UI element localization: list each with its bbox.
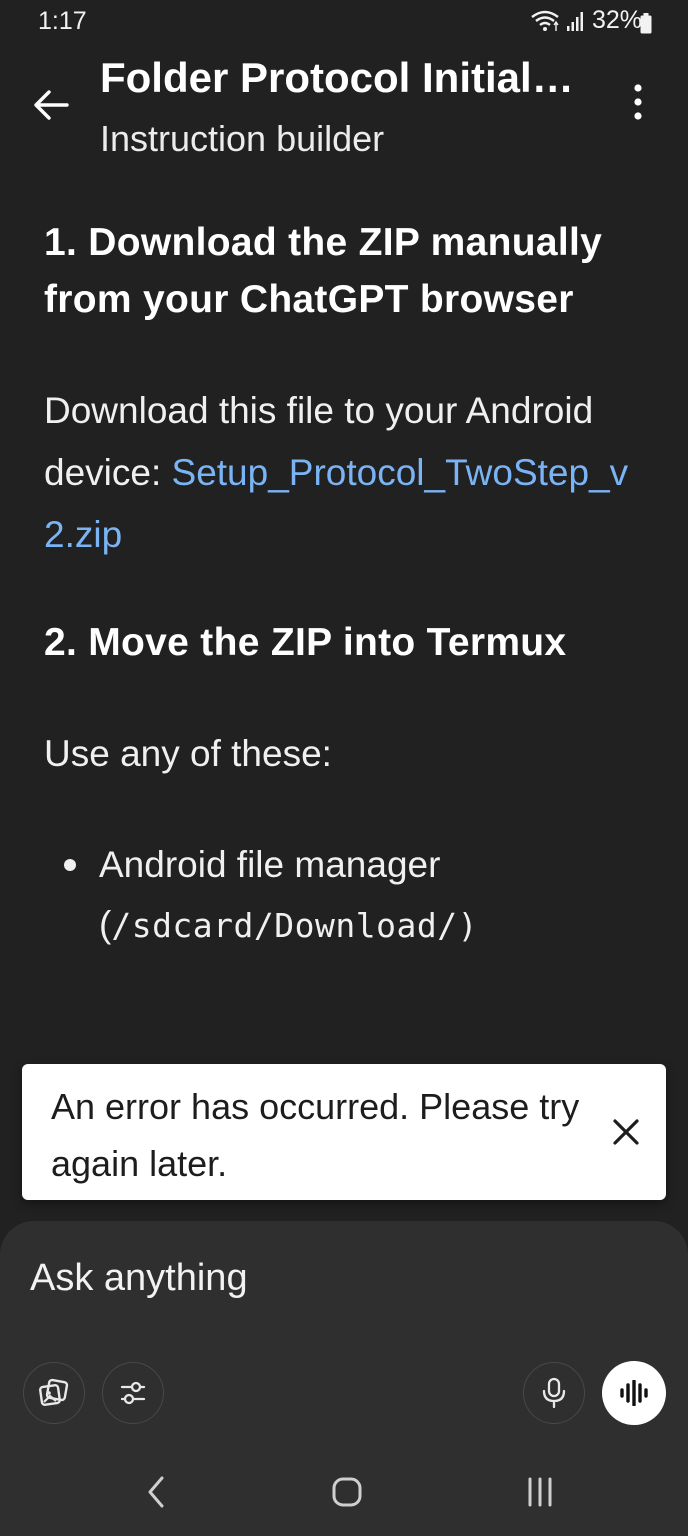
close-icon — [613, 1119, 639, 1145]
voice-mode-button[interactable] — [602, 1361, 666, 1425]
toast-close-button[interactable] — [604, 1110, 648, 1154]
more-vertical-icon — [634, 84, 642, 120]
more-options-button[interactable] — [618, 80, 658, 124]
arrow-left-icon — [34, 90, 69, 120]
step1-heading: 1. Download the ZIP manually from your C… — [44, 221, 603, 321]
error-toast: An error has occurred. Please try again … — [22, 1064, 666, 1200]
list-item-close: ) — [457, 906, 478, 945]
battery-percentage: 32% — [591, 6, 642, 34]
list-item-path: /sdcard/Download/ — [111, 906, 458, 945]
conversation-subtitle: Instruction builder — [100, 118, 385, 159]
bullet-dot — [64, 859, 76, 871]
back-button[interactable] — [26, 80, 76, 130]
status-time: 1:17 — [38, 7, 87, 35]
microphone-icon — [542, 1377, 566, 1409]
system-nav-bar — [0, 1440, 688, 1536]
signal-icon — [566, 11, 583, 31]
status-icons: 32% — [530, 6, 642, 35]
home-icon — [332, 1477, 362, 1507]
back-chevron-icon — [148, 1476, 164, 1508]
battery-icon — [640, 13, 652, 34]
message-input[interactable]: Ask anything — [30, 1257, 248, 1300]
nav-back-button[interactable] — [126, 1462, 186, 1522]
nav-home-button[interactable] — [317, 1462, 377, 1522]
step1-text: Download this file to your Android devic… — [44, 380, 644, 566]
recents-icon — [528, 1477, 552, 1507]
step2-text: Use any of these: — [44, 733, 332, 774]
voice-mode-icon — [620, 1380, 648, 1406]
status-bar: 1:17 32% — [0, 0, 688, 46]
attach-image-icon — [39, 1378, 69, 1406]
conversation-title: Folder Protocol Initial… — [100, 54, 574, 101]
wifi-icon — [531, 10, 559, 31]
error-message: An error has occurred. Please try again … — [51, 1086, 580, 1184]
tools-button[interactable] — [102, 1362, 164, 1424]
attach-image-button[interactable] — [23, 1362, 85, 1424]
step2-heading: 2. Move the ZIP into Termux — [44, 621, 567, 664]
tools-sliders-icon — [120, 1381, 146, 1405]
microphone-button[interactable] — [523, 1362, 585, 1424]
nav-recents-button[interactable] — [510, 1462, 570, 1522]
assistant-message: 1. Download the ZIP manually from your C… — [44, 214, 644, 956]
list-item: Android file manager (/sdcard/Download/) — [44, 835, 644, 956]
